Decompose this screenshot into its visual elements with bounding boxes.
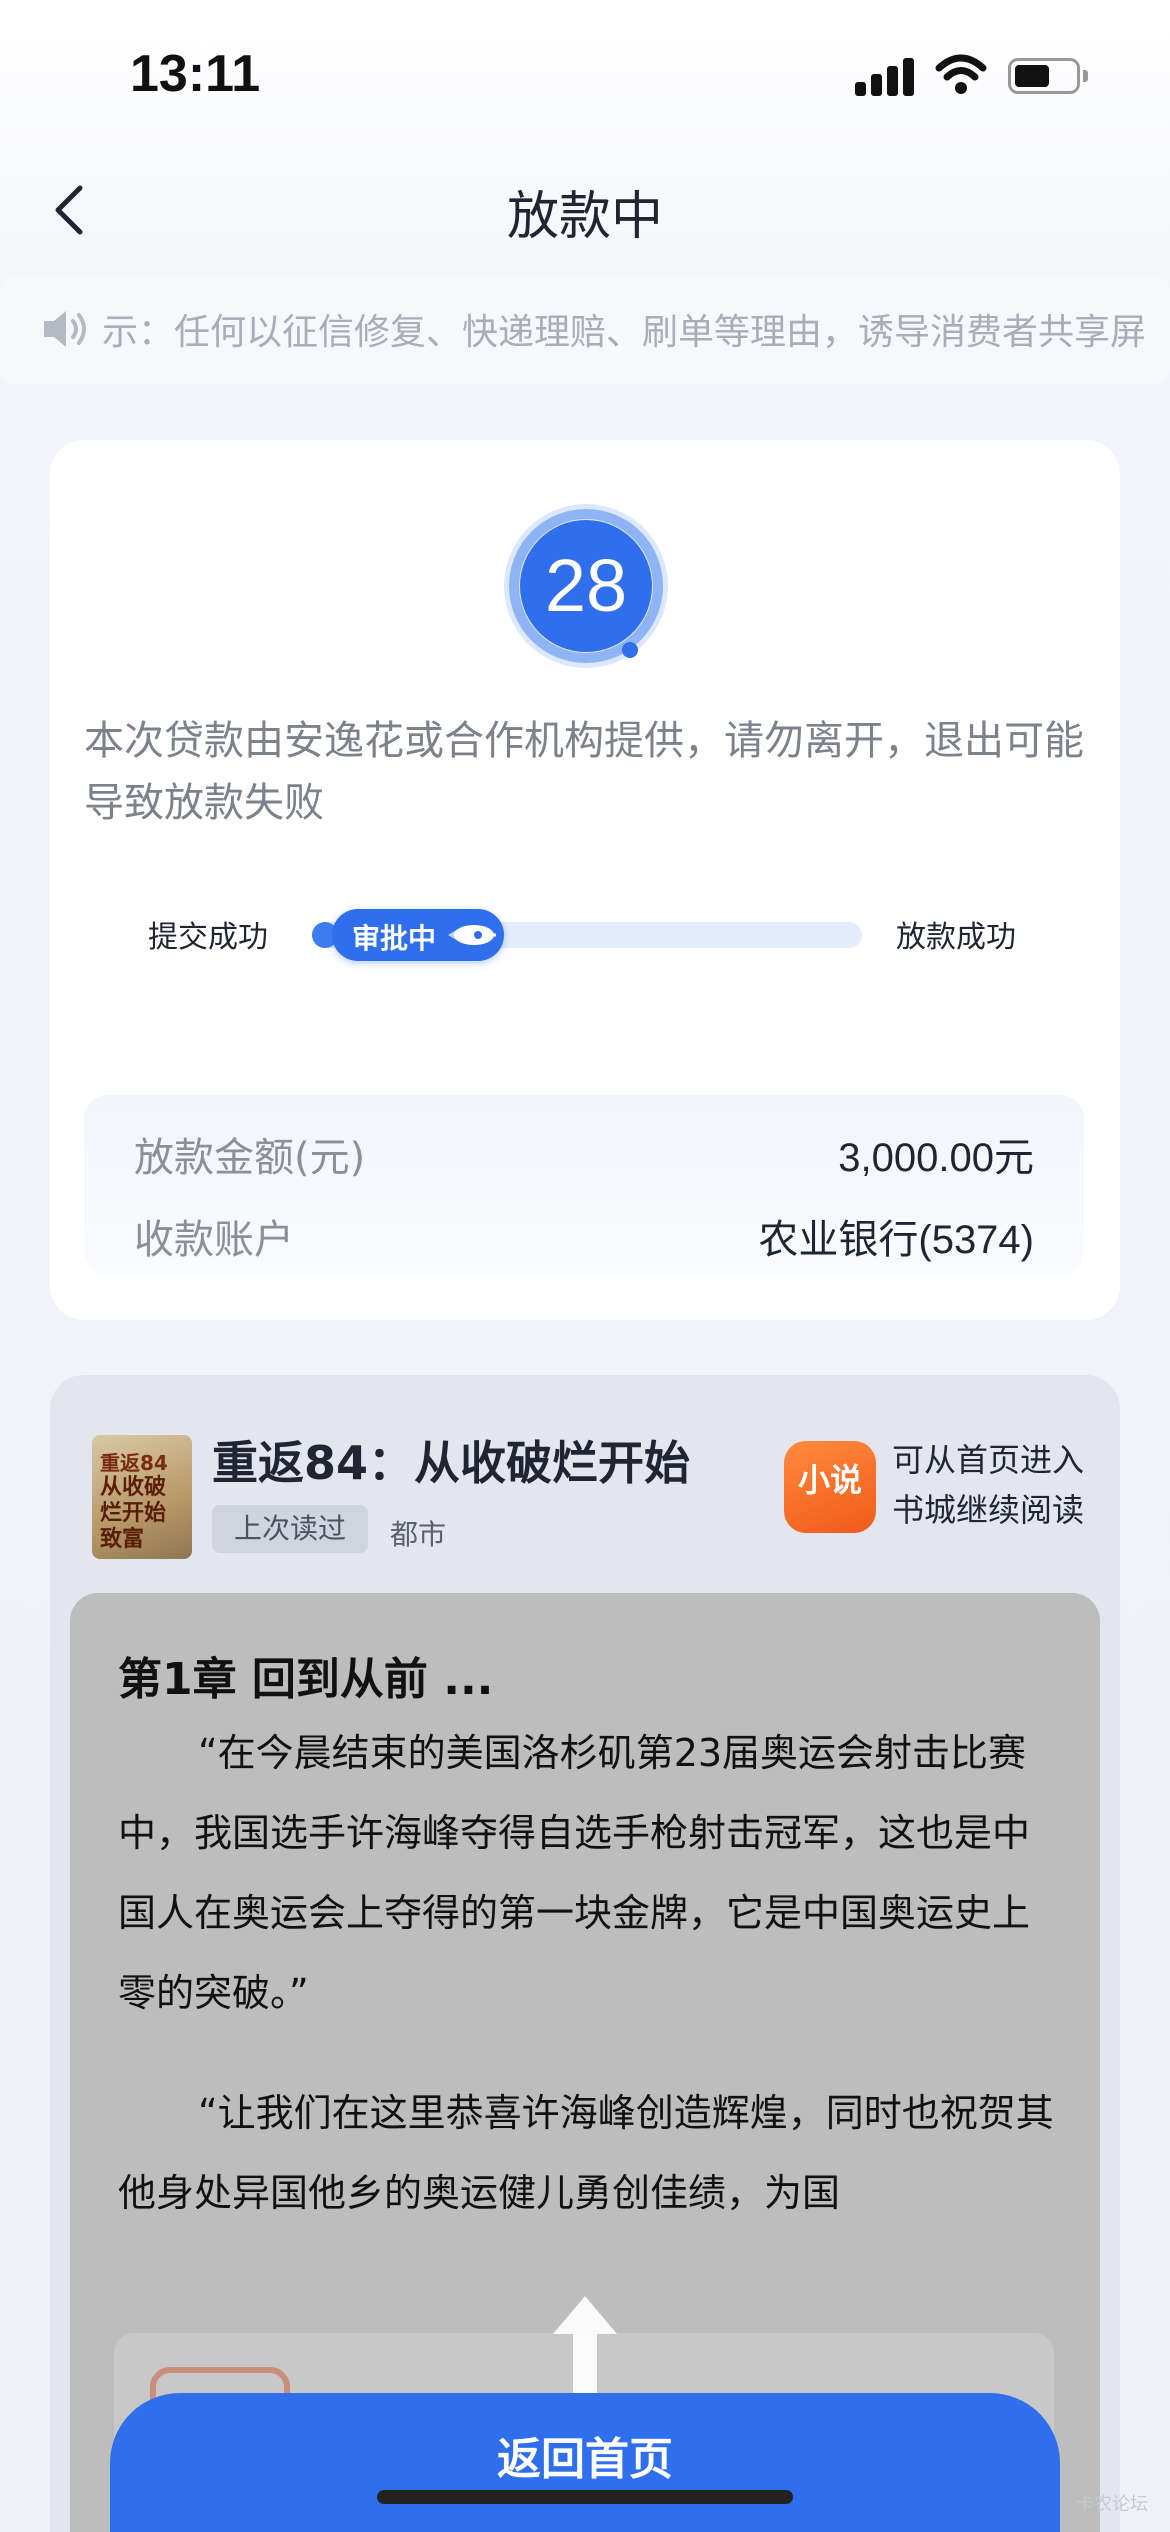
book-cover-text-top: 重返84 — [100, 1451, 168, 1475]
return-home-label: 返回首页 — [497, 2434, 673, 2485]
countdown-number: 28 — [544, 544, 628, 627]
novel-app-icon-label: 小说 — [797, 1461, 862, 1499]
amount-value: 3,000.00元 — [838, 1136, 1034, 1180]
account-value: 农业银行(5374) — [758, 1218, 1034, 1262]
watermark: 卡农论坛 — [1076, 2494, 1148, 2515]
notice-banner: 示：任何以征信修复、快递理赔、刷单等理由，诱导消费者共享屏 — [0, 275, 1170, 385]
step-submitted: 提交成功 — [148, 920, 268, 955]
step-disbursed: 放款成功 — [896, 920, 1016, 955]
detail-row-amount: 放款金额(元) 3,000.00元 — [84, 1125, 1084, 1185]
account-label: 收款账户 — [134, 1217, 294, 1263]
signal-icon — [855, 56, 915, 96]
rocket-icon — [448, 925, 496, 945]
last-read-tag: 上次读过 — [212, 1505, 368, 1553]
home-indicator[interactable] — [377, 2490, 793, 2504]
notice-text: 示：任何以征信修复、快递理赔、刷单等理由，诱导消费者共享屏 — [102, 312, 1147, 353]
loan-message: 本次贷款由安逸花或合作机构提供，请勿离开，退出可能导致放款失败 — [84, 718, 1084, 826]
speaker-icon — [44, 311, 86, 347]
bookstore-hint: 可从首页进入书城继续阅读 — [892, 1441, 1085, 1529]
chapter-title: 第1章 回到从前 ... — [118, 1654, 494, 1705]
countdown-timer: 28 — [500, 500, 672, 672]
book-cover[interactable]: 重返84 从收破烂开始致富 — [92, 1435, 192, 1559]
genre-tag: 都市 — [390, 1518, 447, 1551]
progress-tracker: 提交成功 审批中 放款成功 — [50, 900, 1120, 970]
current-stage-label: 审批中 — [352, 922, 437, 955]
chapter-paragraph-2: “让我们在这里恭喜许海峰创造辉煌，同时也祝贺其他身处异国他乡的奥运健儿勇创佳绩，… — [118, 2091, 1054, 2215]
chapter-paragraph-1: “在今晨结束的美国洛杉矶第23届奥运会射击比赛中，我国选手许海峰夺得自选手枪射击… — [118, 1731, 1031, 2015]
page-title: 放款中 — [506, 187, 663, 247]
book-cover-text-main: 从收破烂开始致富 — [100, 1475, 167, 1552]
nav-bar: 放款中 — [0, 150, 1170, 270]
status-time: 13:11 — [130, 45, 261, 103]
novel-app-icon[interactable]: 小说 — [784, 1441, 876, 1533]
detail-row-account: 收款账户 农业银行(5374) — [84, 1207, 1084, 1267]
return-home-button[interactable]: 返回首页 — [110, 2393, 1060, 2532]
wifi-icon — [935, 54, 987, 94]
amount-label: 放款金额(元) — [134, 1135, 366, 1181]
swipe-up-icon — [553, 2296, 617, 2394]
loan-details: 放款金额(元) 3,000.00元 收款账户 农业银行(5374) — [84, 1095, 1084, 1275]
book-title[interactable]: 重返84：从收破烂开始 — [212, 1427, 690, 1493]
current-stage-badge: 审批中 — [332, 909, 504, 961]
status-bar: 13:11 — [0, 0, 1170, 150]
battery-icon — [1008, 58, 1088, 94]
loan-status-card: 28 本次贷款由安逸花或合作机构提供，请勿离开，退出可能导致放款失败 提交成功 … — [50, 440, 1120, 1320]
